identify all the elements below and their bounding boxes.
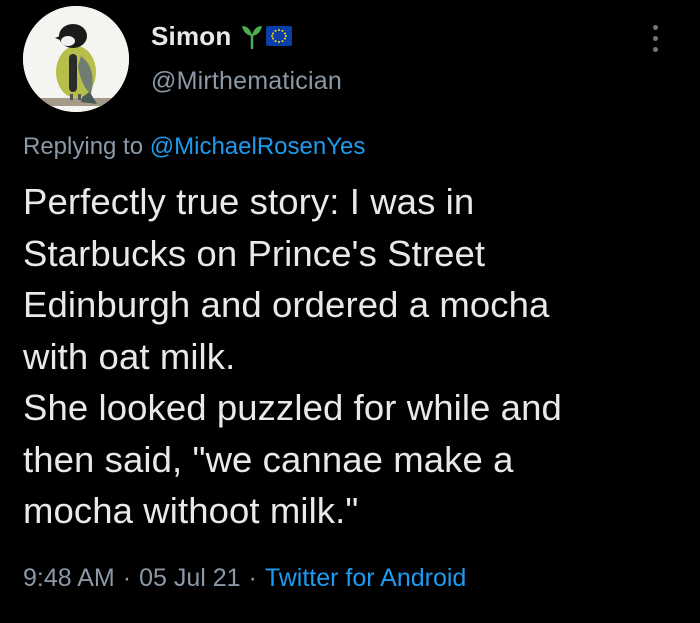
- avatar[interactable]: [23, 6, 129, 112]
- tweet-time[interactable]: 9:48 AM: [23, 564, 115, 592]
- tweet-header: Simon @Mirthematician: [23, 6, 677, 112]
- tweet-date[interactable]: 05 Jul 21: [139, 564, 240, 592]
- tweet-meta: 9:48 AM · 05 Jul 21 · Twitter for Android: [23, 564, 466, 593]
- more-vertical-icon[interactable]: [649, 25, 661, 57]
- sprout-icon: [240, 23, 264, 50]
- replying-to-label: Replying to: [23, 133, 150, 160]
- replying-to: Replying to @MichaelRosenYes: [23, 133, 365, 161]
- tweet-card: Simon @Mirthematician Replying to @Micha…: [0, 0, 700, 623]
- meta-separator: ·: [122, 564, 132, 592]
- name-row: Simon: [151, 19, 293, 53]
- display-name[interactable]: Simon: [151, 21, 231, 52]
- bird-avatar-icon: [23, 6, 129, 112]
- tweet-source-link[interactable]: Twitter for Android: [265, 564, 466, 592]
- meta-separator-2: ·: [248, 564, 257, 592]
- reply-mention-link[interactable]: @MichaelRosenYes: [150, 133, 366, 160]
- tweet-text: Perfectly true story: I was in Starbucks…: [23, 181, 562, 531]
- user-handle[interactable]: @Mirthematician: [151, 67, 342, 96]
- eu-flag-icon: [266, 25, 293, 47]
